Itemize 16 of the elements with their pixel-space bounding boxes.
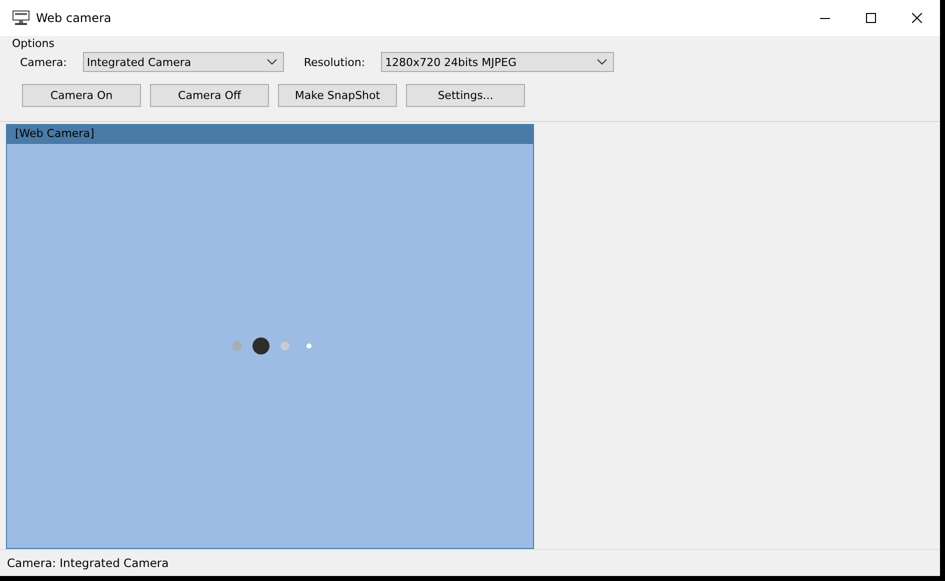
panel-header: [Web Camera] xyxy=(7,124,533,144)
push-button[interactable]: Camera Off xyxy=(150,84,269,107)
field-label: Camera: xyxy=(20,56,67,68)
push-button[interactable]: Camera On xyxy=(22,84,141,107)
field-label: Resolution: xyxy=(304,56,366,68)
push-button[interactable]: Settings... xyxy=(406,84,525,107)
chevron-down-icon xyxy=(597,59,608,65)
window-title: Web camera xyxy=(36,11,112,25)
push-button[interactable]: Make SnapShot xyxy=(278,84,397,107)
status-text: Camera: Integrated Camera xyxy=(7,556,169,570)
dropdown[interactable]: Integrated Camera xyxy=(82,52,284,72)
dropdown[interactable]: 1280x720 24bits MJPEG xyxy=(381,52,614,72)
chevron-down-icon xyxy=(266,59,277,65)
maximize-icon xyxy=(866,13,876,23)
close-icon xyxy=(912,13,922,23)
group-title: Options xyxy=(12,37,56,50)
